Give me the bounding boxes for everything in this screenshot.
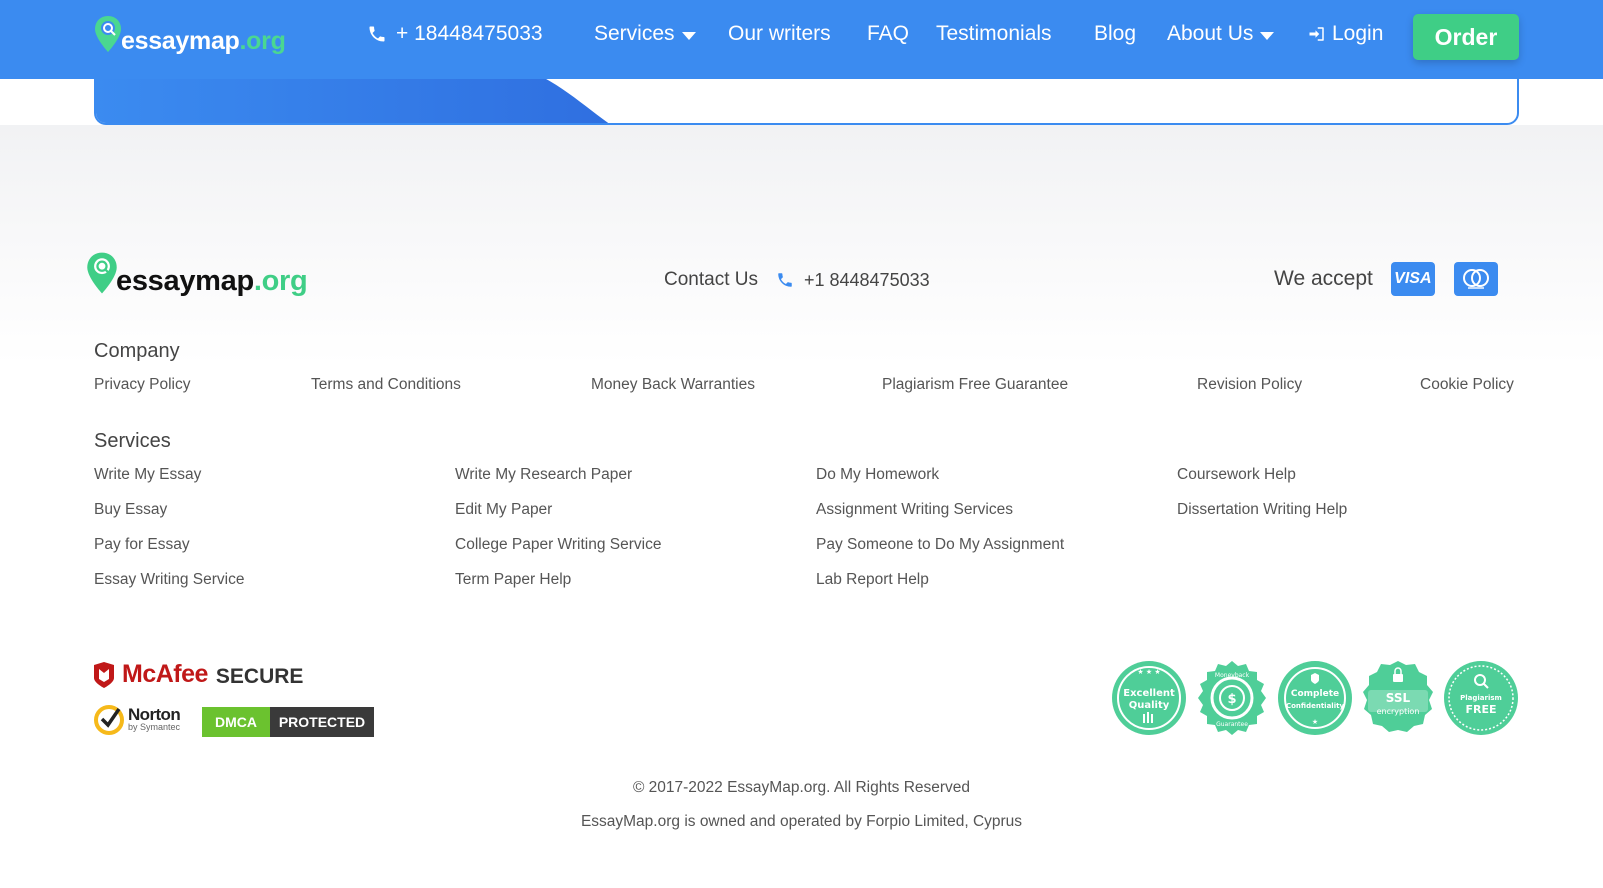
mastercard-icon	[1453, 262, 1498, 296]
top-navigation-bar: essaymap.org + 18448475033 Services Our …	[0, 0, 1603, 79]
company-heading: Company	[94, 340, 180, 362]
norton-check-icon	[94, 705, 124, 735]
moneyback-guarantee-badge-icon: $ Moneyback Guarantee	[1198, 661, 1266, 735]
link-privacy-policy[interactable]: Privacy Policy	[94, 376, 190, 394]
dmca-label: DMCA	[202, 707, 270, 737]
svg-text:Confidentiality: Confidentiality	[1286, 702, 1344, 710]
link-money-back-warranties[interactable]: Money Back Warranties	[591, 376, 755, 394]
nav-blog[interactable]: Blog	[1094, 22, 1136, 46]
nav-our-writers[interactable]: Our writers	[728, 22, 831, 46]
nav-about-us[interactable]: About Us	[1167, 22, 1275, 46]
map-pin-icon	[87, 252, 117, 294]
services-heading: Services	[94, 430, 171, 452]
footer-logo-text: essaymap.org	[116, 265, 308, 297]
svg-text:★ ★ ★: ★ ★ ★	[1137, 668, 1160, 676]
link-coursework-help[interactable]: Coursework Help	[1177, 466, 1296, 484]
complete-confidentiality-badge-icon: Complete Confidentiality ★	[1278, 661, 1352, 735]
nav-our-writers-label: Our writers	[728, 22, 831, 45]
login-icon	[1309, 27, 1324, 41]
link-pay-someone-to-do-my-assignment[interactable]: Pay Someone to Do My Assignment	[816, 536, 1064, 554]
owner-text: EssayMap.org is owned and operated by Fo…	[580, 813, 1023, 830]
ssl-encryption-badge-icon: SSL encryption	[1363, 661, 1433, 732]
mcafee-secure-label: SECURE	[215, 664, 304, 688]
nav-services-label: Services	[594, 22, 675, 45]
contact-phone-link[interactable]: +1 8448475033	[804, 270, 930, 291]
svg-text:SSL: SSL	[1386, 691, 1411, 705]
nav-faq[interactable]: FAQ	[867, 22, 909, 46]
norton-brand: Norton	[128, 705, 181, 724]
svg-text:Quality: Quality	[1129, 700, 1170, 711]
link-do-my-homework[interactable]: Do My Homework	[816, 466, 939, 484]
link-buy-essay[interactable]: Buy Essay	[94, 501, 167, 519]
nav-services[interactable]: Services	[594, 22, 696, 46]
map-pin-icon	[95, 16, 121, 52]
svg-text:FREE: FREE	[1465, 703, 1496, 716]
link-college-paper-writing-service[interactable]: College Paper Writing Service	[455, 536, 661, 554]
mastercard-circles-icon	[1462, 269, 1489, 289]
nav-testimonials-label: Testimonials	[936, 22, 1052, 45]
site-logo[interactable]: essaymap.org	[93, 14, 286, 54]
link-write-my-essay[interactable]: Write My Essay	[94, 466, 201, 484]
nav-testimonials[interactable]: Testimonials	[936, 22, 1052, 46]
svg-text:Moneyback: Moneyback	[1215, 672, 1250, 679]
copyright-text: © 2017-2022 EssayMap.org. All Rights Res…	[632, 779, 971, 796]
logo-text: essaymap.org	[121, 27, 286, 55]
link-terms-and-conditions[interactable]: Terms and Conditions	[311, 376, 461, 394]
accept-label: We accept	[1274, 267, 1373, 290]
nav-faq-label: FAQ	[867, 22, 910, 45]
mcafee-secure-badge: McAfee SECURE	[93, 660, 303, 689]
nav-about-us-label: About Us	[1167, 22, 1254, 45]
link-plagiarism-free-guarantee[interactable]: Plagiarism Free Guarantee	[882, 376, 1068, 394]
mcafee-brand: McAfee	[122, 660, 208, 688]
link-term-paper-help[interactable]: Term Paper Help	[455, 571, 571, 589]
nav-login[interactable]: Login	[1308, 22, 1383, 46]
norton-sub: by Symantec	[128, 722, 181, 732]
footer-logo[interactable]: essaymap.org	[85, 250, 308, 297]
link-lab-report-help[interactable]: Lab Report Help	[816, 571, 929, 589]
visa-icon: VISA	[1390, 262, 1435, 296]
guarantee-badges: ★ ★ ★ Excellent Quality $ Moneyback Guar…	[1111, 660, 1519, 736]
footer-contact: Contact Us +1 8448475033	[664, 269, 930, 291]
payment-methods: We accept VISA	[1274, 262, 1498, 296]
phone-link[interactable]: + 18448475033	[367, 22, 543, 46]
chevron-down-icon	[1260, 31, 1275, 40]
norton-badge: Norton by Symantec	[93, 703, 181, 735]
chevron-down-icon	[681, 31, 696, 40]
svg-text:Excellent: Excellent	[1123, 688, 1175, 699]
dmca-protected-label: PROTECTED	[270, 707, 374, 737]
excellent-quality-badge-icon: ★ ★ ★ Excellent Quality	[1112, 661, 1186, 735]
phone-number: + 18448475033	[396, 22, 543, 45]
dmca-protected-badge[interactable]: DMCA PROTECTED	[202, 707, 374, 737]
contact-label: Contact Us	[664, 269, 758, 290]
link-revision-policy[interactable]: Revision Policy	[1197, 376, 1302, 394]
svg-text:Plagiarism: Plagiarism	[1460, 694, 1502, 702]
plagiarism-free-badge-icon: Plagiarism FREE	[1444, 661, 1518, 735]
mcafee-shield-icon	[94, 661, 114, 688]
phone-icon	[369, 26, 385, 42]
svg-text:encryption: encryption	[1377, 707, 1420, 716]
link-write-my-research-paper[interactable]: Write My Research Paper	[455, 466, 632, 484]
link-cookie-policy[interactable]: Cookie Policy	[1420, 376, 1514, 394]
link-pay-for-essay[interactable]: Pay for Essay	[94, 536, 190, 554]
svg-text:$: $	[1227, 692, 1236, 707]
footer-background	[0, 125, 1603, 365]
svg-text:Guarantee: Guarantee	[1216, 721, 1248, 728]
phone-icon	[778, 273, 792, 287]
link-dissertation-writing-help[interactable]: Dissertation Writing Help	[1177, 501, 1347, 519]
svg-text:Complete: Complete	[1291, 689, 1339, 699]
link-edit-my-paper[interactable]: Edit My Paper	[455, 501, 552, 519]
svg-text:★: ★	[1312, 718, 1318, 726]
link-essay-writing-service[interactable]: Essay Writing Service	[94, 571, 244, 589]
nav-blog-label: Blog	[1094, 22, 1137, 45]
link-assignment-writing-services[interactable]: Assignment Writing Services	[816, 501, 1013, 519]
order-button[interactable]: Order	[1413, 14, 1519, 60]
nav-login-label: Login	[1332, 22, 1384, 45]
